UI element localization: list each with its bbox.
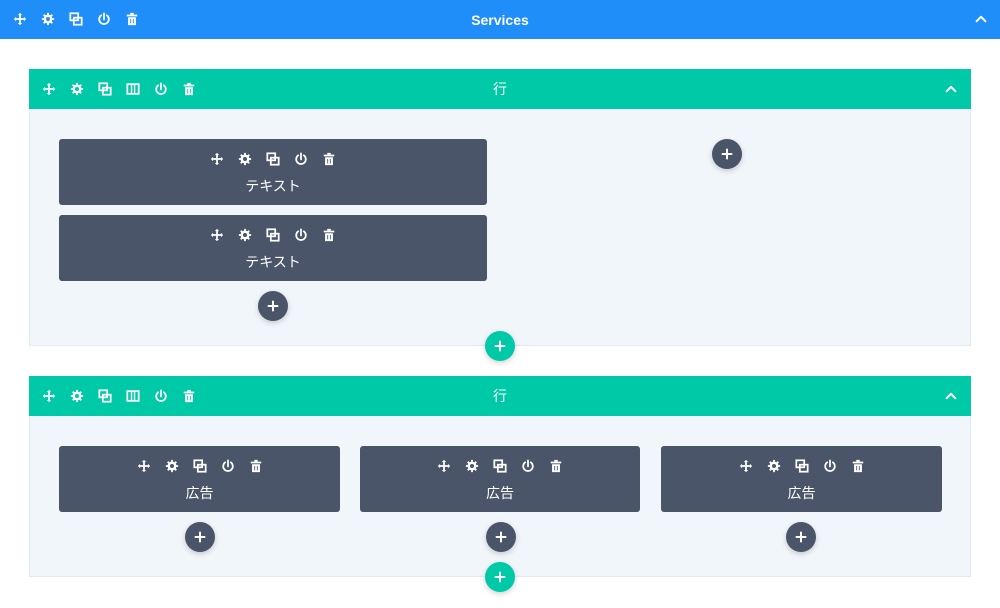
row-header: 行 xyxy=(29,69,971,109)
module-toolbar xyxy=(59,457,340,475)
chevron-up-icon[interactable] xyxy=(942,387,960,405)
ad-module[interactable]: 広告 xyxy=(59,446,340,512)
power-icon[interactable] xyxy=(152,387,170,405)
duplicate-icon[interactable] xyxy=(491,457,509,475)
move-icon[interactable] xyxy=(40,387,58,405)
ad-module[interactable]: 広告 xyxy=(360,446,640,512)
move-icon[interactable] xyxy=(135,457,153,475)
module-label: テキスト xyxy=(245,255,301,271)
gear-icon[interactable] xyxy=(39,10,57,28)
power-icon[interactable] xyxy=(292,150,310,168)
gear-icon[interactable] xyxy=(68,387,86,405)
add-module-button[interactable] xyxy=(786,522,816,552)
plus-icon xyxy=(495,531,507,543)
power-icon[interactable] xyxy=(219,457,237,475)
plus-icon xyxy=(494,340,506,352)
gear-icon[interactable] xyxy=(765,457,783,475)
plus-icon xyxy=(795,531,807,543)
plus-icon xyxy=(267,300,279,312)
columns-icon[interactable] xyxy=(124,80,142,98)
module-label: テキスト xyxy=(245,179,301,195)
gear-icon[interactable] xyxy=(68,80,86,98)
power-icon[interactable] xyxy=(821,457,839,475)
gear-icon[interactable] xyxy=(236,226,254,244)
trash-icon[interactable] xyxy=(123,10,141,28)
text-module[interactable]: テキスト xyxy=(59,139,487,205)
trash-icon[interactable] xyxy=(320,150,338,168)
move-icon[interactable] xyxy=(435,457,453,475)
gear-icon[interactable] xyxy=(163,457,181,475)
module-toolbar xyxy=(59,226,487,244)
module-label: 広告 xyxy=(486,486,514,502)
duplicate-icon[interactable] xyxy=(67,10,85,28)
power-icon[interactable] xyxy=(152,80,170,98)
row-body: テキスト テキスト xyxy=(29,109,971,346)
add-module-button[interactable] xyxy=(486,522,516,552)
row-1: 行 テキスト テキスト xyxy=(29,69,971,361)
gear-icon[interactable] xyxy=(463,457,481,475)
text-module[interactable]: テキスト xyxy=(59,215,487,281)
duplicate-icon[interactable] xyxy=(96,80,114,98)
duplicate-icon[interactable] xyxy=(264,150,282,168)
trash-icon[interactable] xyxy=(180,387,198,405)
section-toolbar xyxy=(11,10,151,28)
add-row-button[interactable] xyxy=(485,562,515,592)
add-module-button[interactable] xyxy=(185,522,215,552)
trash-icon[interactable] xyxy=(320,226,338,244)
move-icon[interactable] xyxy=(11,10,29,28)
ad-module[interactable]: 広告 xyxy=(661,446,942,512)
module-toolbar xyxy=(360,457,640,475)
move-icon[interactable] xyxy=(208,226,226,244)
power-icon[interactable] xyxy=(292,226,310,244)
duplicate-icon[interactable] xyxy=(96,387,114,405)
trash-icon[interactable] xyxy=(180,80,198,98)
row-toolbar xyxy=(40,80,208,98)
plus-icon xyxy=(194,531,206,543)
trash-icon[interactable] xyxy=(849,457,867,475)
add-module-button[interactable] xyxy=(712,139,742,169)
row-body: 広告 広告 広告 xyxy=(29,416,971,577)
section-header: Services xyxy=(0,0,1000,39)
power-icon[interactable] xyxy=(95,10,113,28)
module-toolbar xyxy=(59,150,487,168)
move-icon[interactable] xyxy=(208,150,226,168)
plus-icon xyxy=(494,571,506,583)
trash-icon[interactable] xyxy=(547,457,565,475)
power-icon[interactable] xyxy=(519,457,537,475)
columns-icon[interactable] xyxy=(124,387,142,405)
move-icon[interactable] xyxy=(737,457,755,475)
gear-icon[interactable] xyxy=(236,150,254,168)
row-toolbar xyxy=(40,387,208,405)
duplicate-icon[interactable] xyxy=(793,457,811,475)
row-header: 行 xyxy=(29,376,971,416)
add-module-button[interactable] xyxy=(258,291,288,321)
chevron-up-icon[interactable] xyxy=(972,10,990,28)
module-label: 広告 xyxy=(787,486,816,502)
duplicate-icon[interactable] xyxy=(264,226,282,244)
row-2: 行 広告 広告 広告 xyxy=(29,376,971,592)
chevron-up-icon[interactable] xyxy=(942,80,960,98)
trash-icon[interactable] xyxy=(247,457,265,475)
module-label: 広告 xyxy=(185,486,214,502)
plus-icon xyxy=(721,148,733,160)
duplicate-icon[interactable] xyxy=(191,457,209,475)
move-icon[interactable] xyxy=(40,80,58,98)
add-row-button[interactable] xyxy=(485,331,515,361)
module-toolbar xyxy=(661,457,942,475)
